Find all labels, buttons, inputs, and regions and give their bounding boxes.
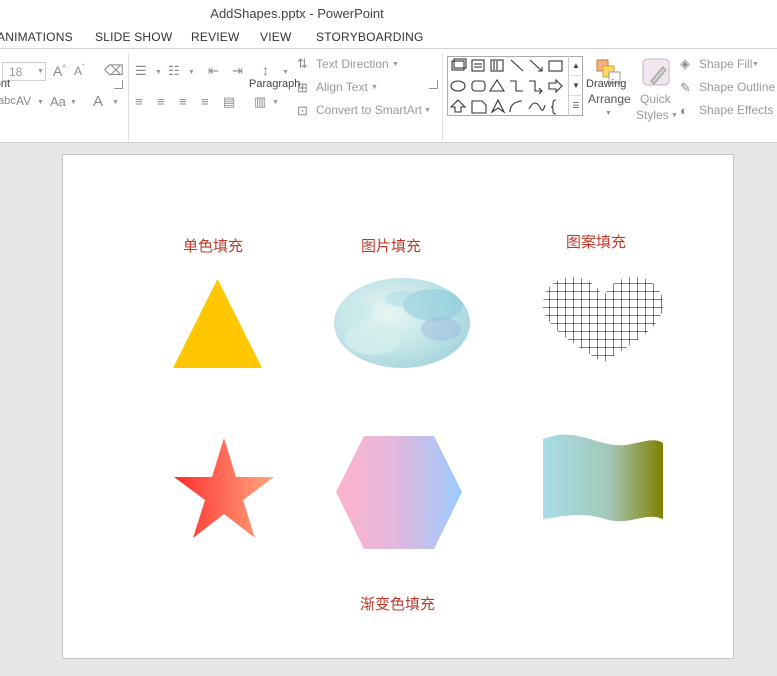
paragraph-dialog-launcher[interactable] [429, 80, 438, 89]
columns-icon[interactable]: ▥ [254, 94, 266, 110]
gallery-scrollbar[interactable]: ▲ ▼ ☰ [568, 56, 583, 116]
chevron-down-icon: ▼ [188, 69, 195, 76]
shape-effects-button[interactable]: Shape Effects [699, 103, 774, 117]
triangle-shape[interactable] [172, 279, 263, 369]
font-group-label: Font [0, 78, 11, 90]
label-picture-fill[interactable]: 图片填充 [361, 235, 421, 256]
line-spacing-icon[interactable]: ↕ [262, 62, 269, 78]
label-gradient-fill[interactable]: 渐变色填充 [360, 593, 435, 614]
chevron-down-icon: ▼ [112, 99, 119, 106]
group-separator [128, 53, 129, 141]
shape-fill-button[interactable]: Shape Fill [699, 57, 752, 71]
quick-styles-icon [642, 58, 670, 86]
shapes-gallery[interactable] [447, 56, 583, 116]
star-shape[interactable] [172, 437, 276, 541]
quick-styles-label-2: Styles [636, 108, 669, 122]
convert-smartart-button[interactable]: Convert to SmartArt [316, 103, 422, 117]
scroll-down-icon[interactable]: ▼ [569, 76, 583, 96]
chevron-down-icon: ▼ [424, 107, 431, 114]
strikethrough-icon[interactable]: abc [0, 95, 16, 107]
tab-animations[interactable]: ANIMATIONS [0, 30, 73, 44]
tab-storyboarding[interactable]: STORYBOARDING [316, 30, 424, 44]
align-left-icon[interactable]: ≡ [135, 94, 143, 109]
paragraph-group-label: Paragraph [249, 78, 301, 90]
character-spacing-icon[interactable]: AV [16, 94, 31, 108]
smartart-icon: ⊡ [297, 103, 308, 118]
shrink-font-icon[interactable]: Aˇ [74, 63, 85, 78]
shape-outline-button[interactable]: Shape Outline [699, 80, 775, 94]
align-center-icon[interactable]: ≡ [157, 94, 165, 109]
shape-outline-icon: ✎ [680, 80, 691, 95]
gallery-more-icon[interactable]: ☰ [569, 96, 583, 116]
chevron-down-icon: ▼ [37, 68, 44, 75]
chevron-down-icon: ▼ [392, 61, 399, 68]
tab-view[interactable]: VIEW [260, 30, 291, 44]
bullets-icon[interactable]: ☰ [135, 63, 147, 79]
drawing-group-label: Drawing [586, 78, 627, 90]
align-text-button[interactable]: Align Text [316, 80, 368, 94]
ribbon-tabs: ANIMATIONS SLIDE SHOW REVIEW VIEW STORYB… [0, 27, 777, 49]
chevron-down-icon: ▼ [605, 110, 612, 117]
chevron-down-icon: ▼ [155, 69, 162, 76]
ellipse-shape[interactable] [333, 277, 471, 369]
grow-font-icon[interactable]: A^ [53, 63, 66, 79]
shapes-gallery-icons [449, 58, 563, 115]
font-color-icon[interactable]: A [93, 93, 103, 110]
chevron-down-icon: ▼ [272, 99, 279, 106]
window-title: AddShapes.pptx - PowerPoint [210, 6, 384, 21]
shape-fill-icon: ◈ [680, 56, 690, 71]
group-separator [442, 53, 443, 141]
text-direction-button[interactable]: Text Direction [316, 57, 389, 71]
align-right-icon[interactable]: ≡ [179, 94, 187, 109]
chevron-down-icon: ▼ [671, 112, 678, 119]
change-case-icon[interactable]: Aa [50, 94, 66, 109]
scroll-up-icon[interactable]: ▲ [569, 56, 583, 76]
text-direction-icon: ⇅ [297, 56, 308, 71]
shape-effects-icon: ◐ [680, 103, 688, 118]
clear-formatting-icon[interactable]: ⌫ [104, 62, 124, 79]
slide-canvas[interactable]: 单色填充 图片填充 图案填充 渐变色填充 [62, 154, 734, 659]
title-bar: AddShapes.pptx - PowerPoint [0, 0, 777, 27]
numbering-icon[interactable]: ☷ [168, 63, 180, 79]
distributed-icon[interactable]: ▤ [223, 94, 235, 110]
label-pattern-fill[interactable]: 图案填充 [566, 231, 626, 252]
arrange-button[interactable]: Arrange [588, 92, 631, 106]
tab-review[interactable]: REVIEW [191, 30, 240, 44]
font-dialog-launcher[interactable] [114, 80, 123, 89]
hexagon-shape[interactable] [334, 435, 464, 551]
chevron-down-icon: ▼ [752, 61, 759, 68]
font-size-value: 18 [9, 65, 23, 79]
tab-slide-show[interactable]: SLIDE SHOW [95, 30, 172, 44]
chevron-down-icon: ▼ [37, 99, 44, 106]
label-solid-fill[interactable]: 单色填充 [183, 235, 243, 256]
quick-styles-button[interactable]: Quick [640, 92, 671, 106]
decrease-indent-icon[interactable]: ⇤ [208, 63, 219, 79]
chevron-down-icon: ▼ [282, 69, 289, 76]
wave-shape[interactable] [543, 433, 663, 525]
heart-shape[interactable] [541, 275, 665, 367]
chevron-down-icon: ▼ [70, 99, 77, 106]
increase-indent-icon[interactable]: ⇥ [232, 63, 243, 79]
chevron-down-icon: ▼ [371, 84, 378, 91]
justify-icon[interactable]: ≡ [201, 94, 209, 109]
